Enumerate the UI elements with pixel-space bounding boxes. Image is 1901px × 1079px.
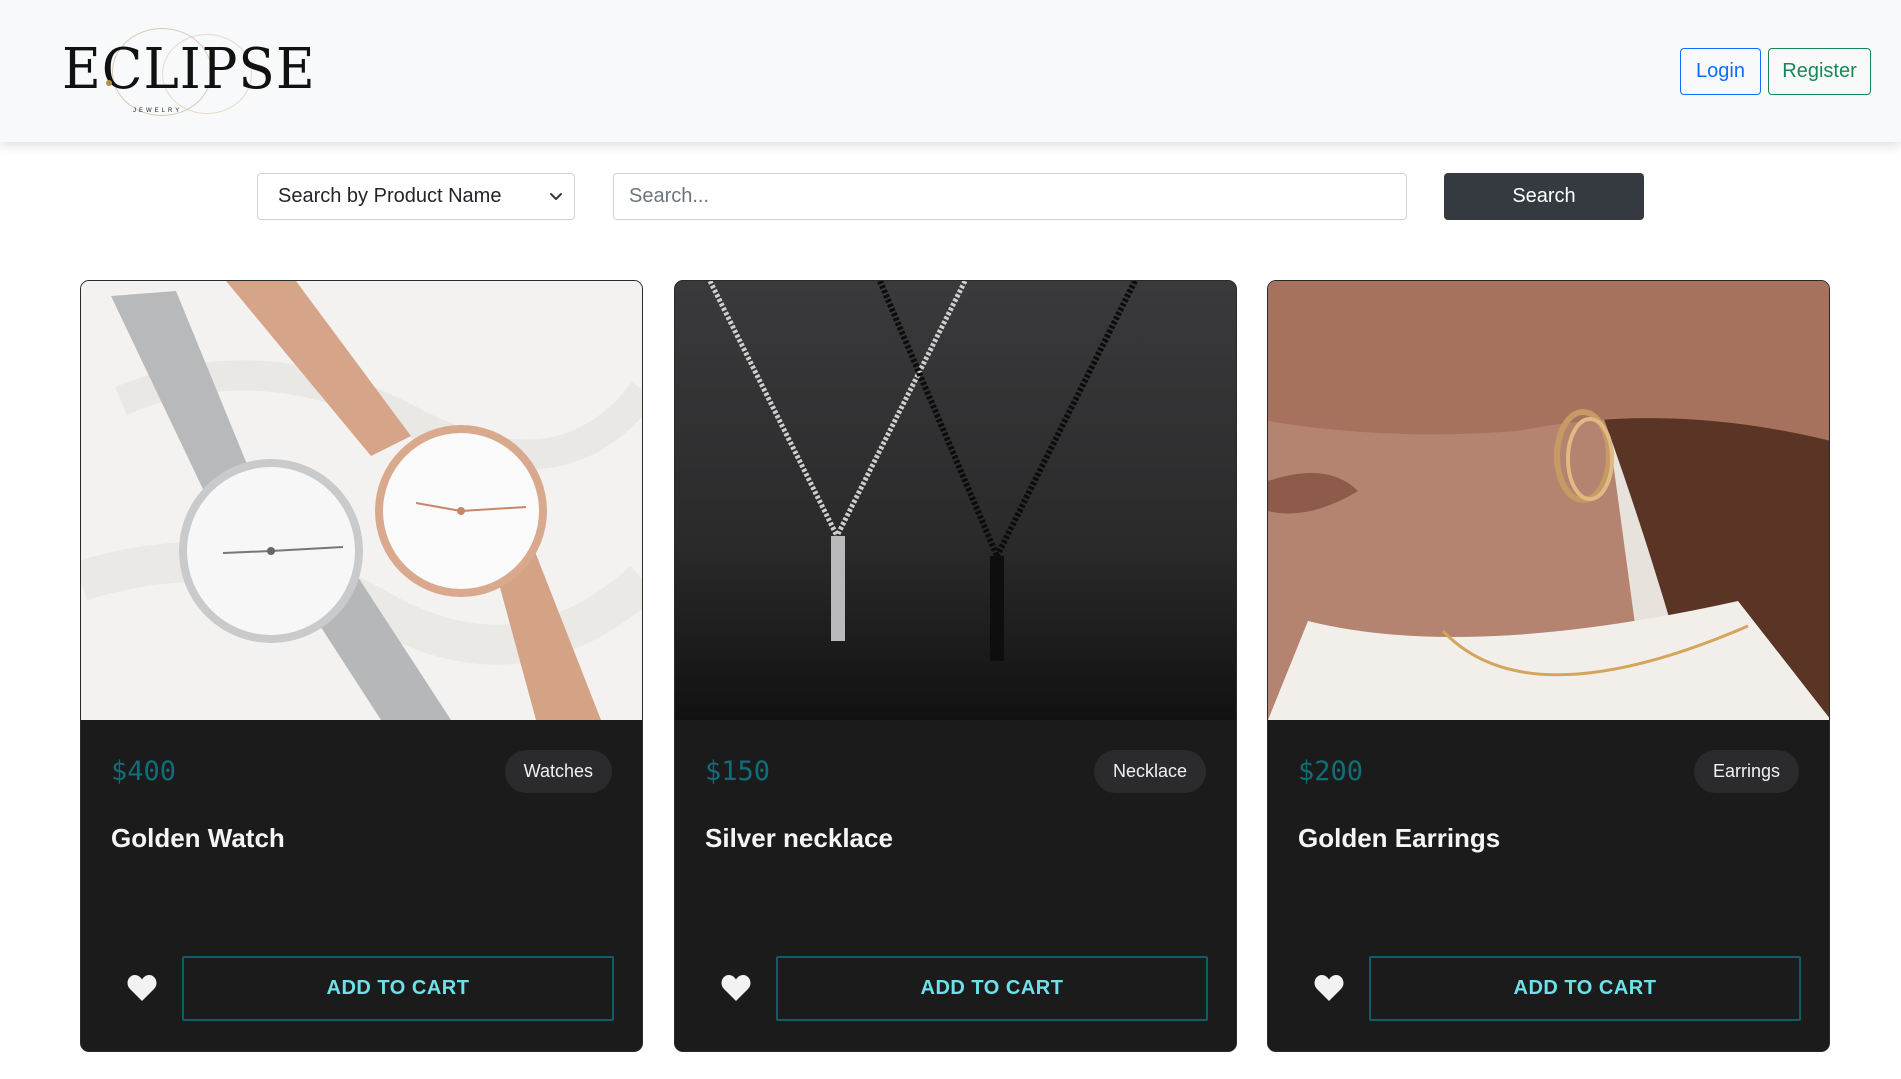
product-card: $150 Necklace Silver necklace ADD TO CAR… [674, 280, 1237, 1052]
chevron-down-icon [550, 193, 562, 200]
category-badge: Watches [504, 750, 612, 793]
login-button[interactable]: Login [1680, 48, 1761, 95]
add-to-cart-button[interactable]: ADD TO CART [182, 956, 614, 1021]
product-image-necklace[interactable] [675, 281, 1236, 720]
search-mode-select[interactable]: Search by Product Name [257, 173, 575, 220]
add-to-cart-button[interactable]: ADD TO CART [776, 956, 1208, 1021]
logo-dot-decoration [106, 80, 112, 86]
necklace-photo [675, 281, 1236, 720]
navbar: ECLIPSE JEWELRY Login Register [0, 0, 1901, 142]
product-price: $400 [111, 756, 177, 787]
product-price: $200 [1298, 756, 1364, 787]
product-card: $400 Watches Golden Watch ADD TO CART [80, 280, 643, 1052]
register-button[interactable]: Register [1768, 48, 1871, 95]
product-card: $200 Earrings Golden Earrings ADD TO CAR… [1267, 280, 1830, 1052]
brand-logo[interactable]: ECLIPSE JEWELRY [62, 26, 315, 121]
product-name[interactable]: Golden Watch [111, 823, 285, 854]
brand-tagline: JEWELRY [133, 108, 183, 114]
search-input[interactable] [613, 173, 1407, 220]
brand-name: ECLIPSE [62, 37, 316, 102]
heart-icon[interactable] [126, 973, 158, 1003]
product-name[interactable]: Silver necklace [705, 823, 893, 854]
product-price: $150 [705, 756, 771, 787]
category-badge: Necklace [1093, 750, 1206, 793]
search-button[interactable]: Search [1444, 173, 1644, 220]
search-mode-selected: Search by Product Name [278, 185, 502, 207]
earrings-photo [1268, 281, 1829, 720]
heart-icon[interactable] [1313, 973, 1345, 1003]
category-badge: Earrings [1693, 750, 1799, 793]
heart-icon[interactable] [720, 973, 752, 1003]
product-image-earrings[interactable] [1268, 281, 1829, 720]
watch-photo [81, 281, 642, 720]
product-name[interactable]: Golden Earrings [1298, 823, 1500, 854]
product-image-watch[interactable] [81, 281, 642, 720]
add-to-cart-button[interactable]: ADD TO CART [1369, 956, 1801, 1021]
